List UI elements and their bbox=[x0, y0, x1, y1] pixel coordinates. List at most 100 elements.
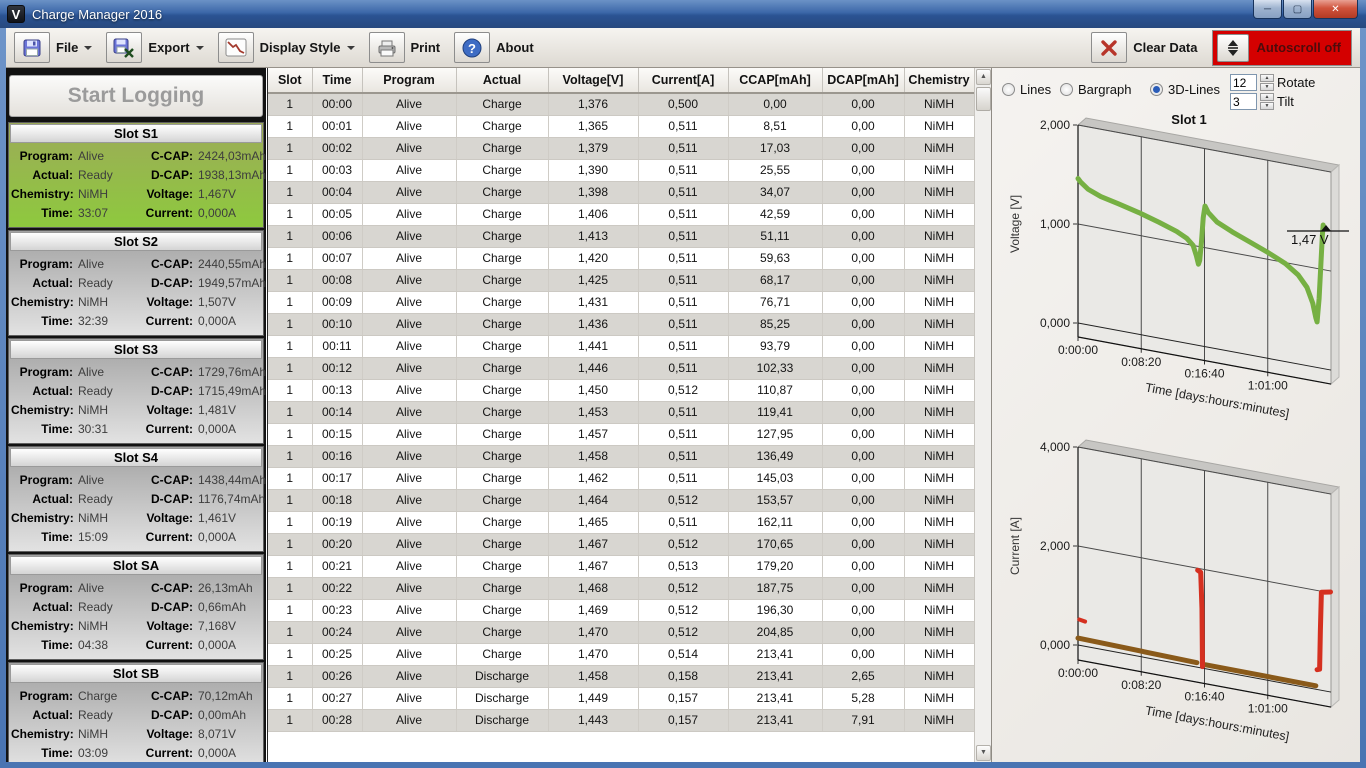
slot-panel-slot-s4[interactable]: Slot S4Program:AliveC-CAP:1438,44mAhActu… bbox=[8, 446, 264, 552]
slot-panel-slot-sb[interactable]: Slot SBProgram:ChargeC-CAP:70,12mAhActua… bbox=[8, 662, 264, 762]
column-header[interactable]: Program bbox=[362, 68, 456, 93]
table-row[interactable]: 100:25AliveCharge1,4700,514213,410,00NiM… bbox=[268, 643, 974, 665]
table-row[interactable]: 100:03AliveCharge1,3900,51125,550,00NiMH bbox=[268, 159, 974, 181]
main-area: Start Logging Slot S1Program:AliveC-CAP:… bbox=[6, 68, 1360, 762]
table-cell: 0,511 bbox=[638, 159, 728, 181]
column-header[interactable]: CCAP[mAh] bbox=[728, 68, 822, 93]
table-row[interactable]: 100:04AliveCharge1,3980,51134,070,00NiMH bbox=[268, 181, 974, 203]
display-style-dropdown-caret bbox=[347, 46, 355, 50]
table-row[interactable]: 100:12AliveCharge1,4460,511102,330,00NiM… bbox=[268, 357, 974, 379]
table-row[interactable]: 100:06AliveCharge1,4130,51151,110,00NiMH bbox=[268, 225, 974, 247]
table-row[interactable]: 100:23AliveCharge1,4690,512196,300,00NiM… bbox=[268, 599, 974, 621]
rotate-up-arrow[interactable]: ▲ bbox=[1260, 74, 1274, 82]
table-row[interactable]: 100:20AliveCharge1,4670,512170,650,00NiM… bbox=[268, 533, 974, 555]
tilt-input[interactable] bbox=[1230, 93, 1257, 110]
slot-actual-value: Ready bbox=[73, 598, 131, 617]
scrollbar-down-arrow[interactable]: ▼ bbox=[976, 745, 991, 761]
print-button[interactable]: Print bbox=[369, 32, 441, 63]
display-style-label: Display Style bbox=[260, 40, 341, 55]
table-row[interactable]: 100:19AliveCharge1,4650,511162,110,00NiM… bbox=[268, 511, 974, 533]
column-header[interactable]: Current[A] bbox=[638, 68, 728, 93]
maximize-icon: ▢ bbox=[1293, 4, 1302, 15]
table-row[interactable]: 100:09AliveCharge1,4310,51176,710,00NiMH bbox=[268, 291, 974, 313]
start-logging-button[interactable]: Start Logging bbox=[9, 75, 263, 117]
table-cell: Charge bbox=[456, 115, 548, 137]
slot-program-value: Alive bbox=[73, 579, 131, 598]
table-row[interactable]: 100:00AliveCharge1,3760,5000,000,00NiMH bbox=[268, 93, 974, 115]
table-cell: NiMH bbox=[904, 599, 974, 621]
tilt-up-arrow[interactable]: ▲ bbox=[1260, 93, 1274, 101]
about-button[interactable]: ? About bbox=[454, 32, 534, 63]
minimize-button[interactable]: ─ bbox=[1253, 0, 1282, 19]
table-cell: 00:02 bbox=[312, 137, 362, 159]
table-row[interactable]: 100:15AliveCharge1,4570,511127,950,00NiM… bbox=[268, 423, 974, 445]
table-row[interactable]: 100:08AliveCharge1,4250,51168,170,00NiMH bbox=[268, 269, 974, 291]
clear-data-button[interactable]: Clear Data bbox=[1091, 32, 1197, 63]
column-header[interactable]: Actual bbox=[456, 68, 548, 93]
table-cell: 1,462 bbox=[548, 467, 638, 489]
table-row[interactable]: 100:16AliveCharge1,4580,511136,490,00NiM… bbox=[268, 445, 974, 467]
tilt-down-arrow[interactable]: ▼ bbox=[1260, 102, 1274, 110]
maximize-button[interactable]: ▢ bbox=[1283, 0, 1312, 19]
voltage-label: Voltage: bbox=[131, 185, 193, 204]
table-cell: 0,00 bbox=[822, 335, 904, 357]
scrollbar-up-arrow[interactable]: ▲ bbox=[976, 69, 991, 85]
table-cell: 1,470 bbox=[548, 643, 638, 665]
table-cell: Alive bbox=[362, 379, 456, 401]
table-row[interactable]: 100:07AliveCharge1,4200,51159,630,00NiMH bbox=[268, 247, 974, 269]
column-header[interactable]: Slot bbox=[268, 68, 312, 93]
column-header[interactable]: Time bbox=[312, 68, 362, 93]
slot-actual-value: Ready bbox=[73, 706, 131, 725]
table-row[interactable]: 100:01AliveCharge1,3650,5118,510,00NiMH bbox=[268, 115, 974, 137]
table-row[interactable]: 100:21AliveCharge1,4670,513179,200,00NiM… bbox=[268, 555, 974, 577]
column-header[interactable]: Voltage[V] bbox=[548, 68, 638, 93]
slot-title: Slot S3 bbox=[10, 340, 262, 359]
table-row[interactable]: 100:28AliveDischarge1,4430,157213,417,91… bbox=[268, 709, 974, 731]
file-button[interactable]: File bbox=[14, 32, 92, 63]
radio-3d-lines[interactable]: 3D-Lines bbox=[1150, 82, 1220, 97]
table-row[interactable]: 100:13AliveCharge1,4500,512110,870,00NiM… bbox=[268, 379, 974, 401]
table-cell: Charge bbox=[456, 489, 548, 511]
table-scrollbar[interactable]: ▲ ▼ bbox=[974, 68, 991, 762]
table-row[interactable]: 100:14AliveCharge1,4530,511119,410,00NiM… bbox=[268, 401, 974, 423]
table-row[interactable]: 100:02AliveCharge1,3790,51117,030,00NiMH bbox=[268, 137, 974, 159]
table-row[interactable]: 100:05AliveCharge1,4060,51142,590,00NiMH bbox=[268, 203, 974, 225]
table-row[interactable]: 100:26AliveDischarge1,4580,158213,412,65… bbox=[268, 665, 974, 687]
table-row[interactable]: 100:27AliveDischarge1,4490,157213,415,28… bbox=[268, 687, 974, 709]
slot-panel-slot-s1[interactable]: Slot S1Program:AliveC-CAP:2424,03mAhActu… bbox=[8, 122, 264, 228]
table-row[interactable]: 100:10AliveCharge1,4360,51185,250,00NiMH bbox=[268, 313, 974, 335]
actual-label: Actual: bbox=[11, 490, 73, 509]
table-row[interactable]: 100:17AliveCharge1,4620,511145,030,00NiM… bbox=[268, 467, 974, 489]
table-row[interactable]: 100:11AliveCharge1,4410,51193,790,00NiMH bbox=[268, 335, 974, 357]
scrollbar-thumb[interactable] bbox=[976, 87, 991, 111]
rotate-input[interactable] bbox=[1230, 74, 1257, 91]
radio-lines[interactable]: Lines bbox=[1002, 82, 1051, 97]
column-header[interactable]: Chemistry bbox=[904, 68, 974, 93]
export-button[interactable]: Export bbox=[106, 32, 203, 63]
autoscroll-toggle-button[interactable]: Autoscroll off bbox=[1212, 30, 1353, 66]
table-row[interactable]: 100:24AliveCharge1,4700,512204,850,00NiM… bbox=[268, 621, 974, 643]
close-button[interactable]: ✕ bbox=[1313, 0, 1358, 19]
rotate-down-arrow[interactable]: ▼ bbox=[1260, 83, 1274, 91]
table-cell: 00:21 bbox=[312, 555, 362, 577]
table-cell: 145,03 bbox=[728, 467, 822, 489]
table-cell: 1 bbox=[268, 511, 312, 533]
slot-panel-slot-s2[interactable]: Slot S2Program:AliveC-CAP:2440,55mAhActu… bbox=[8, 230, 264, 336]
slot-time-value: 03:09 bbox=[73, 744, 131, 762]
table-cell: 170,65 bbox=[728, 533, 822, 555]
program-label: Program: bbox=[11, 147, 73, 166]
radio-bargraph[interactable]: Bargraph bbox=[1060, 82, 1131, 97]
file-label: File bbox=[56, 40, 78, 55]
slot-panel-slot-sa[interactable]: Slot SAProgram:AliveC-CAP:26,13mAhActual… bbox=[8, 554, 264, 660]
table-row[interactable]: 100:22AliveCharge1,4680,512187,750,00NiM… bbox=[268, 577, 974, 599]
column-header[interactable]: DCAP[mAh] bbox=[822, 68, 904, 93]
slot-dcap-value: 1949,57mAh bbox=[193, 274, 266, 293]
voltage-label: Voltage: bbox=[131, 401, 193, 420]
table-cell: 0,511 bbox=[638, 291, 728, 313]
table-cell: 213,41 bbox=[728, 665, 822, 687]
table-cell: 00:03 bbox=[312, 159, 362, 181]
dcap-label: D-CAP: bbox=[131, 382, 193, 401]
display-style-button[interactable]: Display Style bbox=[218, 32, 355, 63]
slot-panel-slot-s3[interactable]: Slot S3Program:AliveC-CAP:1729,76mAhActu… bbox=[8, 338, 264, 444]
table-row[interactable]: 100:18AliveCharge1,4640,512153,570,00NiM… bbox=[268, 489, 974, 511]
